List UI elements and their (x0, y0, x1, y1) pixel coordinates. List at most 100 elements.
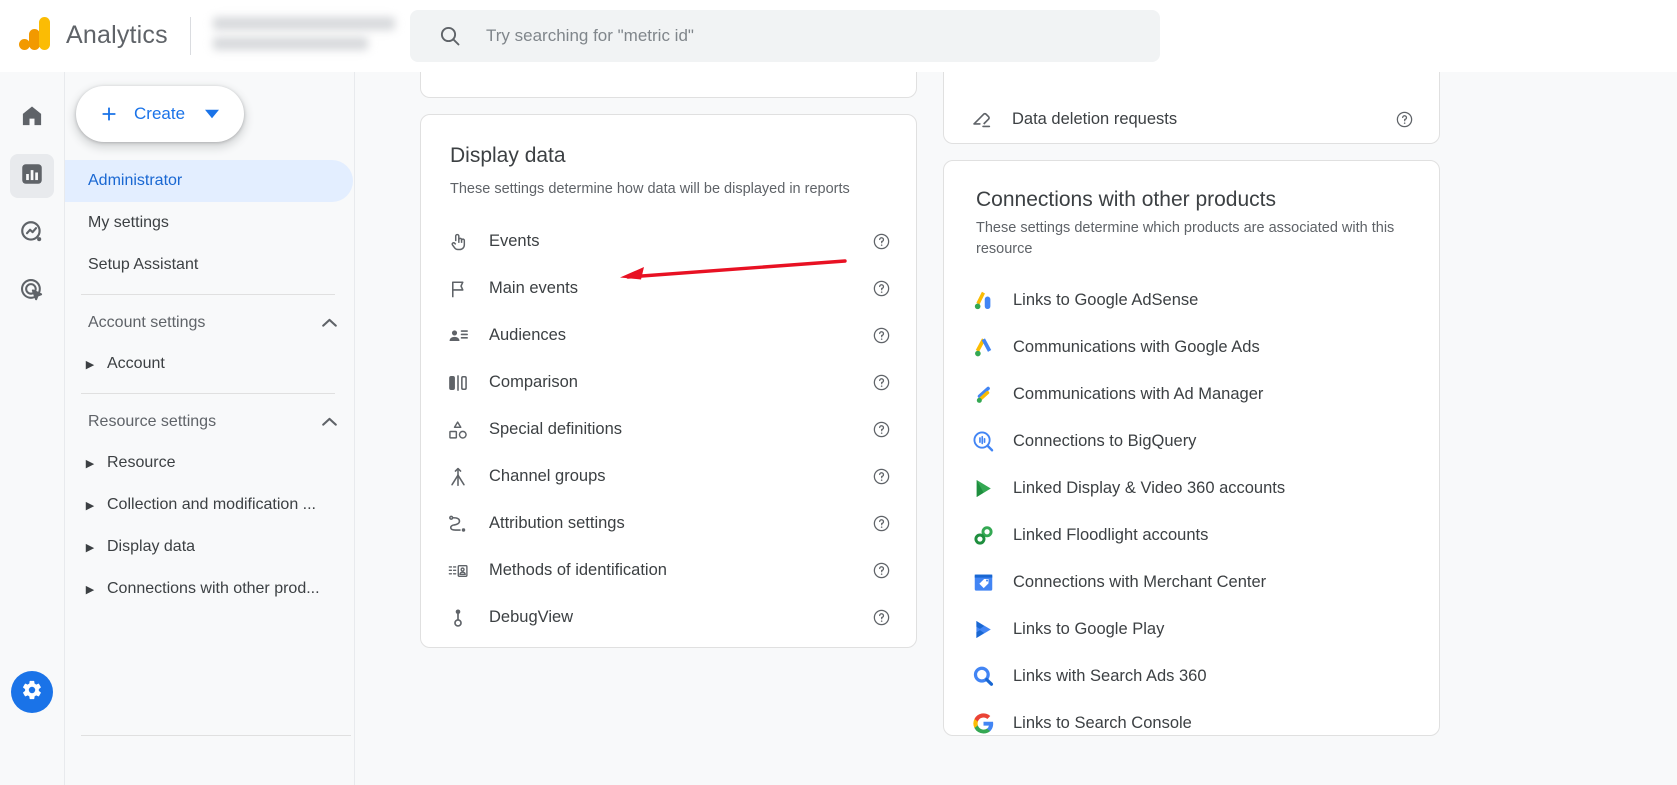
shapes-icon (443, 419, 473, 441)
previous-card-partial (420, 72, 917, 98)
row-floodlight[interactable]: Linked Floodlight accounts (944, 512, 1439, 559)
nav-bottom-divider (81, 735, 351, 736)
sidebar-item-setup-assistant[interactable]: Setup Assistant (65, 244, 353, 286)
display-data-card: Display data These settings determine ho… (420, 114, 917, 648)
help-circle-icon[interactable] (872, 561, 891, 580)
header-divider (189, 16, 191, 55)
row-main-events[interactable]: Main events (421, 265, 916, 312)
settings-fab-button[interactable] (11, 671, 53, 713)
help-circle-icon[interactable] (872, 420, 891, 439)
data-retention-card: Data deletion requests (943, 72, 1440, 144)
bigquery-icon (967, 429, 999, 454)
identification-card-icon (443, 560, 473, 582)
nav-divider (81, 294, 335, 295)
row-label: Main events (489, 279, 578, 298)
nav-tree-item-resource[interactable]: ▶ Resource (65, 442, 355, 484)
sidebar-item-my-settings[interactable]: My settings (65, 202, 353, 244)
nav-tree-item-display-data[interactable]: ▶ Display data (65, 526, 355, 568)
chevron-up-icon (322, 413, 337, 431)
row-channel-groups[interactable]: Channel groups (421, 453, 916, 500)
help-circle-icon[interactable] (872, 373, 891, 392)
row-google-adsense[interactable]: Links to Google AdSense (944, 277, 1439, 324)
search-input[interactable] (484, 16, 1104, 56)
google-ads-icon (967, 335, 999, 360)
sidebar-item-label: Setup Assistant (88, 256, 199, 273)
comparison-bars-icon (443, 372, 473, 394)
search-ads-360-icon (967, 664, 999, 689)
row-label: Comparison (489, 373, 578, 392)
row-methods-of-identification[interactable]: Methods of identification (421, 547, 916, 594)
rail-item-home[interactable] (10, 96, 54, 140)
row-label: Attribution settings (489, 514, 625, 533)
rail-item-explore[interactable] (10, 212, 54, 256)
nav-divider (81, 393, 335, 394)
nav-group-account-settings[interactable]: Account settings (65, 303, 355, 343)
card-title: Display data (450, 144, 566, 167)
row-display-video-360[interactable]: Linked Display & Video 360 accounts (944, 465, 1439, 512)
row-comparison[interactable]: Comparison (421, 359, 916, 406)
nav-tree-item-account[interactable]: ▶ Account (65, 343, 355, 385)
nav-group-resource-settings[interactable]: Resource settings (65, 402, 355, 442)
row-attribution-settings[interactable]: Attribution settings (421, 500, 916, 547)
row-bigquery[interactable]: Connections to BigQuery (944, 418, 1439, 465)
sidebar-item-administrator[interactable]: Administrator (65, 160, 353, 202)
display-video-360-icon (967, 476, 999, 501)
sidebar-item-label: Administrator (88, 172, 183, 189)
help-circle-icon[interactable] (872, 608, 891, 627)
row-label: Special definitions (489, 420, 622, 439)
nav-list: Administrator My settings Setup Assistan… (65, 160, 355, 610)
nav-tree-label: Collection and modification ... (107, 496, 316, 513)
nav-tree-item-collection-and-modification[interactable]: ▶ Collection and modification ... (65, 484, 355, 526)
row-ad-manager[interactable]: Communications with Ad Manager (944, 371, 1439, 418)
row-google-play[interactable]: Links to Google Play (944, 606, 1439, 653)
help-circle-icon[interactable] (872, 467, 891, 486)
row-events[interactable]: Events (421, 218, 916, 265)
triangle-right-icon: ▶ (85, 358, 95, 371)
card-title: Connections with other products (976, 188, 1276, 211)
chevron-down-icon (205, 107, 220, 121)
admin-content-area: Display data These settings determine ho… (355, 72, 1677, 785)
triangle-right-icon: ▶ (85, 457, 95, 470)
advertising-target-icon (19, 277, 45, 308)
rail-item-advertising[interactable] (10, 270, 54, 314)
account-name-redacted[interactable] (212, 15, 398, 57)
connections-card: Connections with other products These se… (943, 160, 1440, 736)
nav-tree-label: Resource (107, 454, 176, 471)
create-button[interactable]: Create (76, 86, 244, 142)
row-special-definitions[interactable]: Special definitions (421, 406, 916, 453)
row-data-deletion-requests[interactable]: Data deletion requests (944, 96, 1439, 143)
eraser-icon (966, 108, 996, 131)
tap-gesture-icon (443, 231, 473, 253)
nav-tree-label: Display data (107, 538, 196, 555)
help-circle-icon[interactable] (1395, 110, 1414, 129)
nav-tree-label: Account (107, 355, 165, 372)
sidebar-item-label: My settings (88, 214, 169, 231)
triangle-right-icon: ▶ (85, 499, 95, 512)
help-circle-icon[interactable] (872, 514, 891, 533)
row-label: Communications with Ad Manager (1013, 385, 1264, 404)
top-header: Analytics (0, 0, 1677, 72)
row-merchant-center[interactable]: Connections with Merchant Center (944, 559, 1439, 606)
nav-tree-item-connections-with-other-products[interactable]: ▶ Connections with other prod... (65, 568, 355, 610)
debug-bug-icon (443, 607, 473, 629)
help-circle-icon[interactable] (872, 279, 891, 298)
row-search-ads-360[interactable]: Links with Search Ads 360 (944, 653, 1439, 700)
explore-trend-icon (19, 219, 45, 250)
row-label: Methods of identification (489, 561, 667, 580)
channel-merge-icon (443, 466, 473, 488)
bar-chart-icon (19, 161, 45, 192)
nav-tree-label: Connections with other prod... (107, 580, 320, 597)
rail-item-reports[interactable] (10, 154, 54, 198)
help-circle-icon[interactable] (872, 326, 891, 345)
row-label: Connections to BigQuery (1013, 432, 1197, 451)
help-circle-icon[interactable] (872, 232, 891, 251)
row-google-ads[interactable]: Communications with Google Ads (944, 324, 1439, 371)
icon-rail (0, 72, 65, 785)
chevron-up-icon (322, 314, 337, 332)
flag-icon (443, 278, 473, 300)
gear-icon (21, 679, 43, 706)
row-audiences[interactable]: Audiences (421, 312, 916, 359)
row-debugview[interactable]: DebugView (421, 594, 916, 641)
search-bar[interactable] (410, 10, 1160, 62)
row-search-console[interactable]: Links to Search Console (944, 700, 1439, 747)
